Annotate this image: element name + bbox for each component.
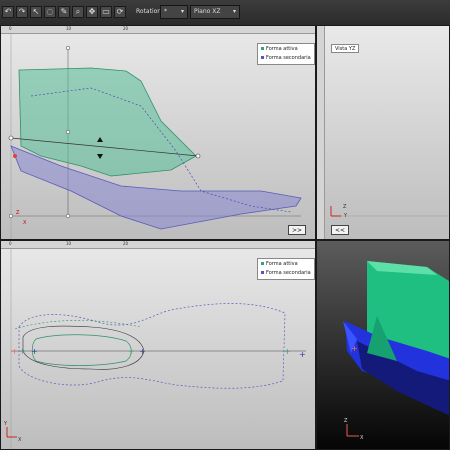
- axis-y-label: Y: [3, 421, 8, 427]
- legend-secondary: Forma secondaria: [266, 55, 311, 61]
- prev-button-label: <<: [335, 227, 346, 234]
- render-3d-drawing: + X Z: [343, 261, 449, 441]
- control-point: +: [139, 347, 146, 356]
- legend-secondary: Forma secondaria: [266, 270, 311, 276]
- chevron-down-icon: ▾: [232, 8, 236, 15]
- chevron-down-icon: ▾: [180, 8, 184, 15]
- axis-x-label: X: [23, 220, 27, 226]
- inner-outline: [22, 325, 145, 370]
- control-point: +: [299, 350, 306, 359]
- primary-swatch: [261, 262, 264, 265]
- primary-outline: [31, 334, 132, 366]
- primary-swatch: [261, 47, 264, 50]
- viewport-side-xz[interactable]: 0 10 20 Z X Forma attiva Forma secondari…: [0, 25, 316, 240]
- control-point: +: [31, 347, 38, 356]
- paint-icon[interactable]: ✎: [58, 6, 70, 18]
- rotation-select[interactable]: * ▾: [160, 5, 188, 19]
- secondary-outline: [18, 303, 286, 389]
- legend-primary: Forma attiva: [266, 261, 298, 267]
- prev-view-button[interactable]: <<: [331, 225, 350, 235]
- origin-marker: +: [11, 347, 18, 356]
- rotation-value: *: [164, 8, 167, 15]
- legend: Forma attiva Forma secondaria: [257, 43, 315, 65]
- next-button-label: >>: [292, 227, 303, 234]
- control-point: +: [128, 347, 135, 356]
- lasso-icon[interactable]: ◌: [44, 6, 56, 18]
- zoom-icon[interactable]: ⌕: [72, 6, 84, 18]
- select-arrow-icon[interactable]: ↖: [30, 6, 42, 18]
- secondary-swatch: [261, 271, 264, 274]
- orbit-icon[interactable]: ⟳: [114, 6, 126, 18]
- toolbar: ↶ ↷ ↖ ◌ ✎ ⌕ ✥ ▭ ⟳ Rotation: * ▾ Piano XZ…: [0, 0, 450, 26]
- axis-x-label: X: [18, 437, 22, 443]
- viewport-front-yz[interactable]: Vista YZ Y Z <<: [316, 25, 450, 240]
- axis-z-label: Z: [16, 210, 20, 216]
- axis-x-label: X: [360, 435, 364, 441]
- fit-icon[interactable]: ▭: [100, 6, 112, 18]
- axis-z-label: Z: [344, 418, 348, 424]
- legend: Forma attiva Forma secondaria: [257, 258, 315, 280]
- control-point: +: [19, 347, 26, 356]
- next-view-button[interactable]: >>: [288, 225, 307, 235]
- viewport-top-xy[interactable]: 0 10 20 + + + + + + + X Y Forma attiva F…: [0, 240, 316, 450]
- viewport-3d-render[interactable]: + X Z: [316, 240, 450, 450]
- secondary-swatch: [261, 56, 264, 59]
- plane-select[interactable]: Piano XZ ▾: [190, 5, 240, 19]
- plane-value: Piano XZ: [194, 8, 221, 15]
- redo-icon[interactable]: ↷: [16, 6, 28, 18]
- undo-icon[interactable]: ↶: [2, 6, 14, 18]
- legend-primary: Forma attiva: [266, 46, 298, 52]
- render-pivot: +: [351, 344, 358, 353]
- axis-z-label: Z: [343, 204, 347, 210]
- front-view-drawing: Y Z: [330, 204, 449, 219]
- pan-icon[interactable]: ✥: [86, 6, 98, 18]
- control-point: +: [284, 347, 291, 356]
